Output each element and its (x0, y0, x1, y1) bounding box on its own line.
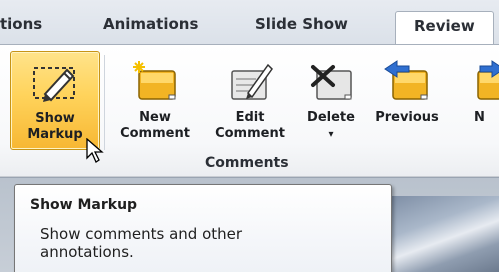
slide-preview-image (392, 196, 499, 272)
tab-review[interactable]: Review (395, 11, 494, 45)
tooltip-body: Show comments and other annotations. (40, 225, 243, 261)
new-comment-icon (131, 59, 179, 103)
delete-comment-label: Delete ▾ (307, 110, 355, 140)
tab-animations[interactable]: Animations (103, 15, 198, 33)
show-markup-tooltip: Show Markup Show comments and other anno… (14, 184, 392, 272)
show-markup-label: Show Markup (27, 111, 83, 142)
new-comment-label: New Comment (120, 110, 190, 141)
tooltip-title: Show Markup (30, 197, 138, 213)
new-comment-button[interactable]: New Comment (116, 45, 194, 142)
previous-comment-label: Previous (375, 110, 439, 125)
edit-comment-icon (226, 59, 274, 103)
ribbon-tab-strip: tions Animations Slide Show Review (0, 0, 499, 45)
next-comment-icon (474, 59, 499, 103)
previous-comment-button[interactable]: Previous (370, 45, 444, 126)
next-comment-label: N (474, 110, 485, 125)
mouse-cursor-icon (86, 138, 104, 163)
previous-comment-icon (383, 59, 431, 103)
delete-comment-icon (307, 59, 355, 103)
tab-transitions[interactable]: tions (0, 15, 42, 33)
delete-comment-button[interactable]: Delete ▾ (296, 45, 366, 143)
tab-slide-show[interactable]: Slide Show (255, 15, 348, 33)
comments-group-label: Comments (205, 155, 289, 171)
chevron-down-icon: ▾ (328, 129, 334, 140)
ribbon-separator (104, 55, 105, 150)
ribbon-panel: Show Markup New Comment Edit Comment Del… (0, 44, 499, 178)
edit-comment-button[interactable]: Edit Comment (212, 45, 288, 142)
next-comment-button[interactable]: N (474, 45, 499, 126)
show-markup-icon (31, 60, 79, 104)
edit-comment-label: Edit Comment (215, 110, 285, 141)
show-markup-button[interactable]: Show Markup (10, 51, 100, 150)
